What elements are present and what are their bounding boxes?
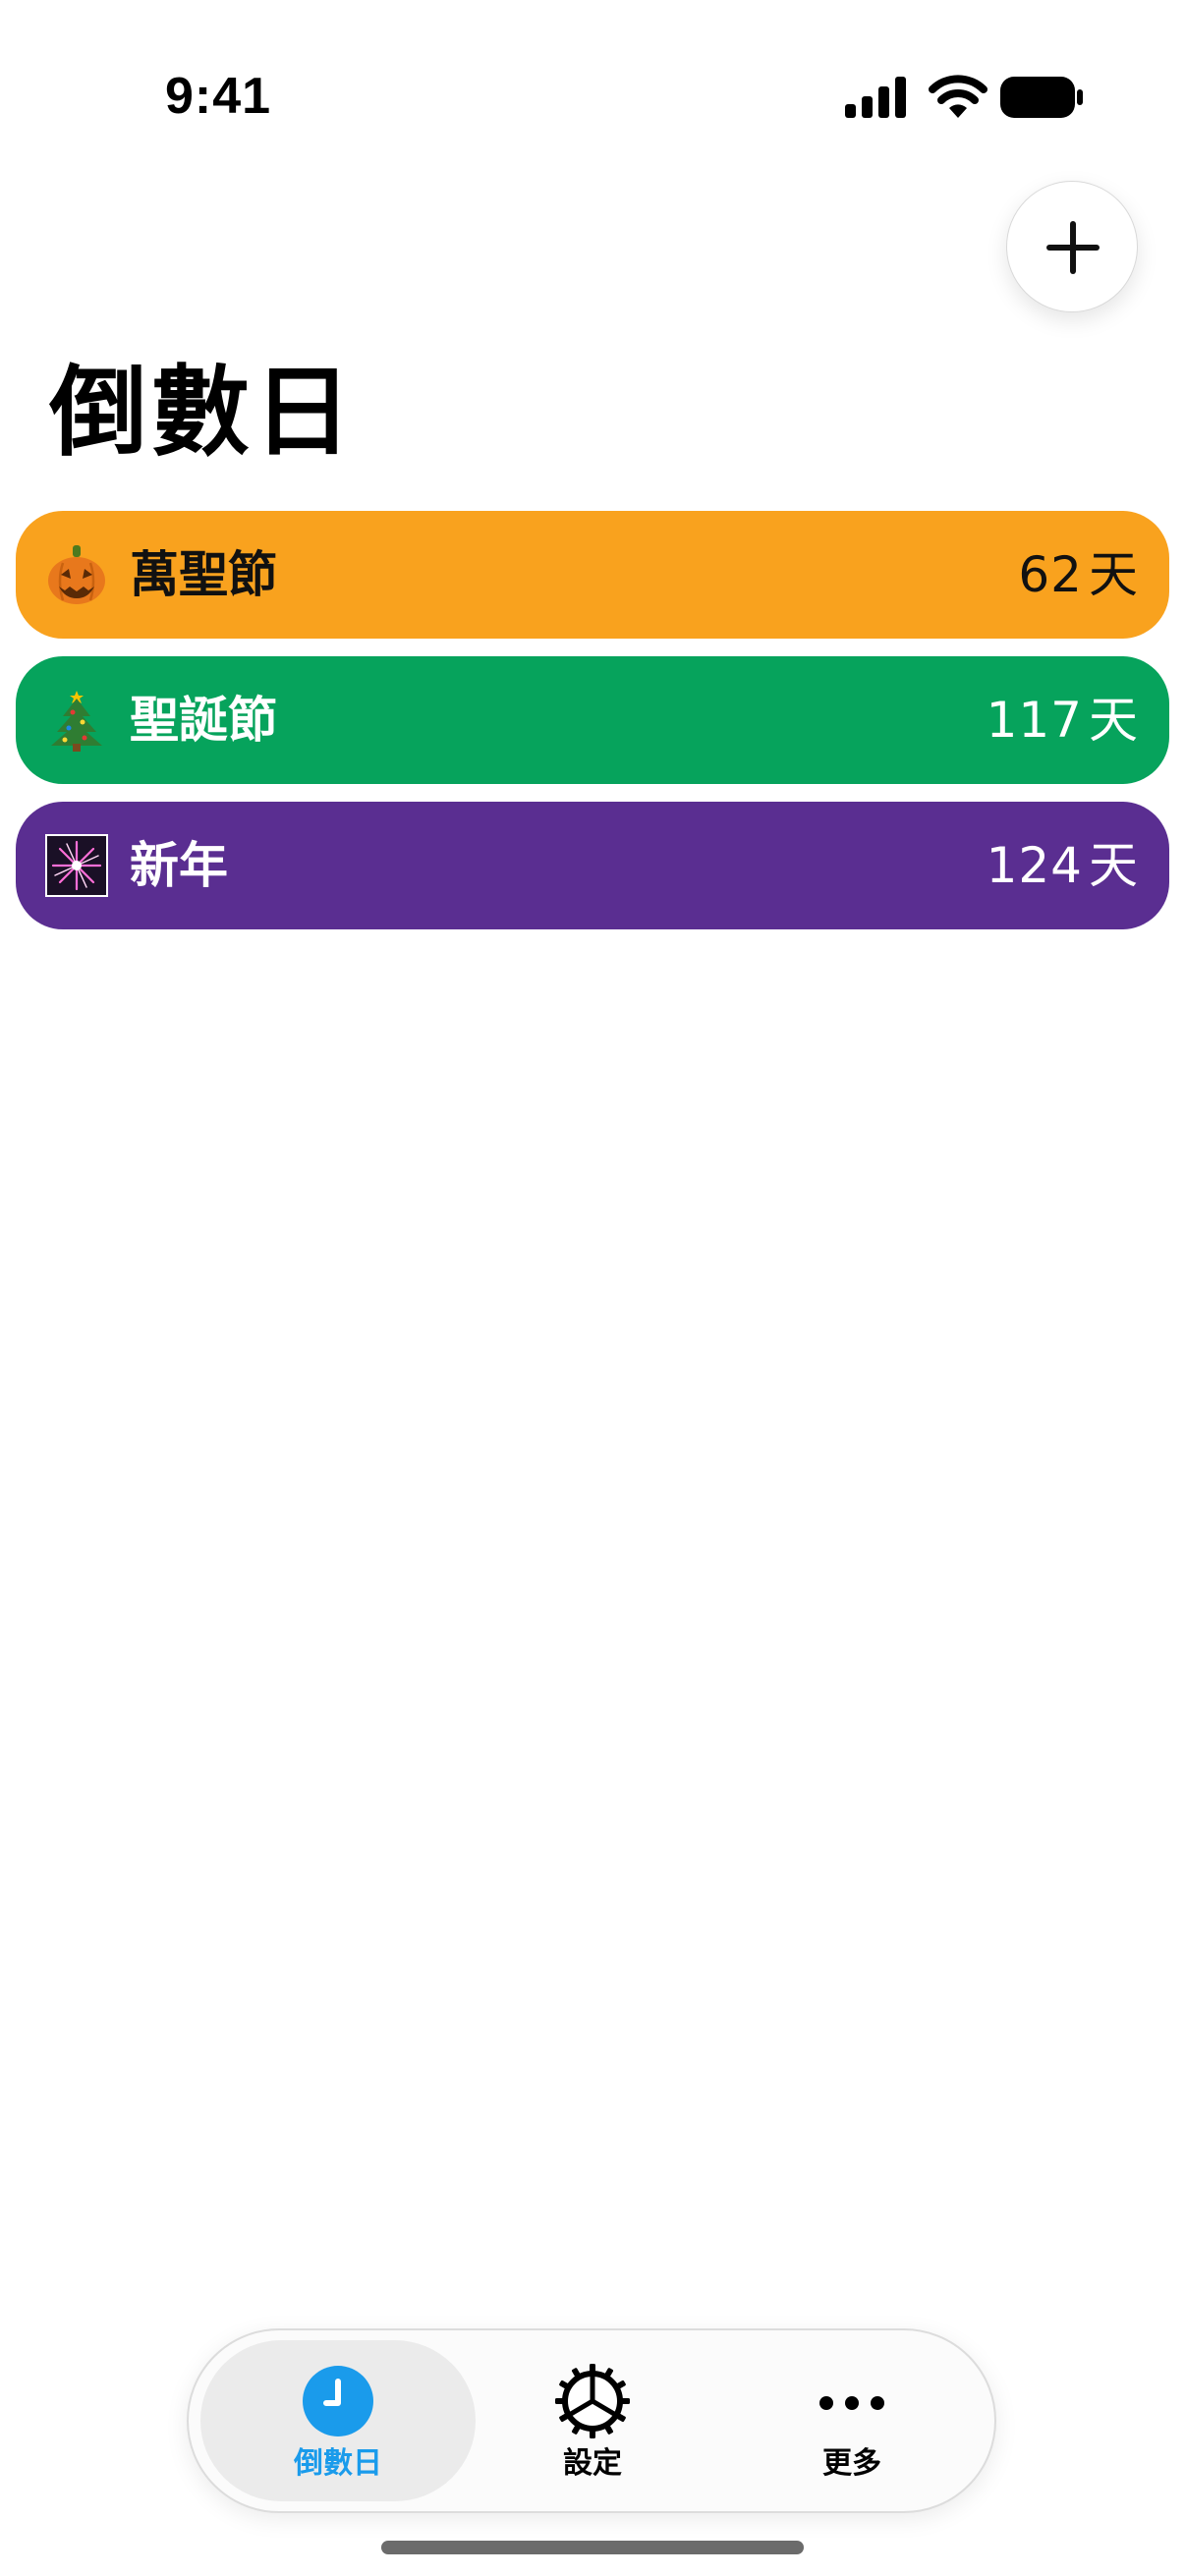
countdown-name: 新年 — [130, 837, 228, 894]
status-icons — [845, 73, 1083, 122]
signal-icon — [845, 77, 906, 118]
days-unit: 天 — [1089, 546, 1138, 603]
clock-icon — [301, 2364, 375, 2438]
countdown-row-halloween[interactable]: 萬聖節 62 天 — [16, 511, 1169, 639]
countdown-row-new-year[interactable]: 新年 124 天 — [16, 802, 1169, 929]
pumpkin-icon — [45, 543, 108, 606]
days-number: 62 — [1018, 546, 1083, 603]
tab-label: 設定 — [563, 2446, 622, 2481]
tab-settings[interactable]: 設定 — [474, 2340, 711, 2501]
countdown-name: 萬聖節 — [130, 546, 277, 603]
tab-label: 更多 — [822, 2446, 881, 2481]
countdown-days: 62 天 — [1018, 511, 1138, 639]
more-icon — [815, 2364, 889, 2438]
battery-icon — [1000, 77, 1083, 118]
tab-countdown[interactable]: 倒數日 — [200, 2340, 476, 2501]
countdown-name: 聖誕節 — [130, 692, 277, 749]
tab-label: 倒數日 — [294, 2446, 382, 2481]
days-unit: 天 — [1089, 692, 1138, 749]
days-number: 124 — [986, 837, 1083, 894]
plus-icon — [1044, 219, 1101, 276]
add-button[interactable] — [1006, 181, 1138, 312]
firework-icon — [45, 834, 108, 897]
days-unit: 天 — [1089, 837, 1138, 894]
countdown-list: 萬聖節 62 天 聖誕節 117 天 新年 124 天 — [16, 511, 1169, 947]
tab-bar: 倒數日 設定 更多 — [187, 2328, 996, 2513]
gear-icon — [555, 2364, 630, 2438]
status-time: 9:41 — [165, 68, 272, 125]
countdown-days: 117 天 — [987, 656, 1138, 784]
tab-more[interactable]: 更多 — [719, 2340, 985, 2501]
christmas-tree-icon — [45, 689, 108, 752]
home-indicator — [381, 2541, 804, 2554]
countdown-row-christmas[interactable]: 聖誕節 117 天 — [16, 656, 1169, 784]
days-number: 117 — [986, 692, 1083, 749]
wifi-icon — [928, 75, 988, 118]
countdown-days: 124 天 — [987, 802, 1138, 929]
page-title: 倒數日 — [49, 355, 356, 470]
